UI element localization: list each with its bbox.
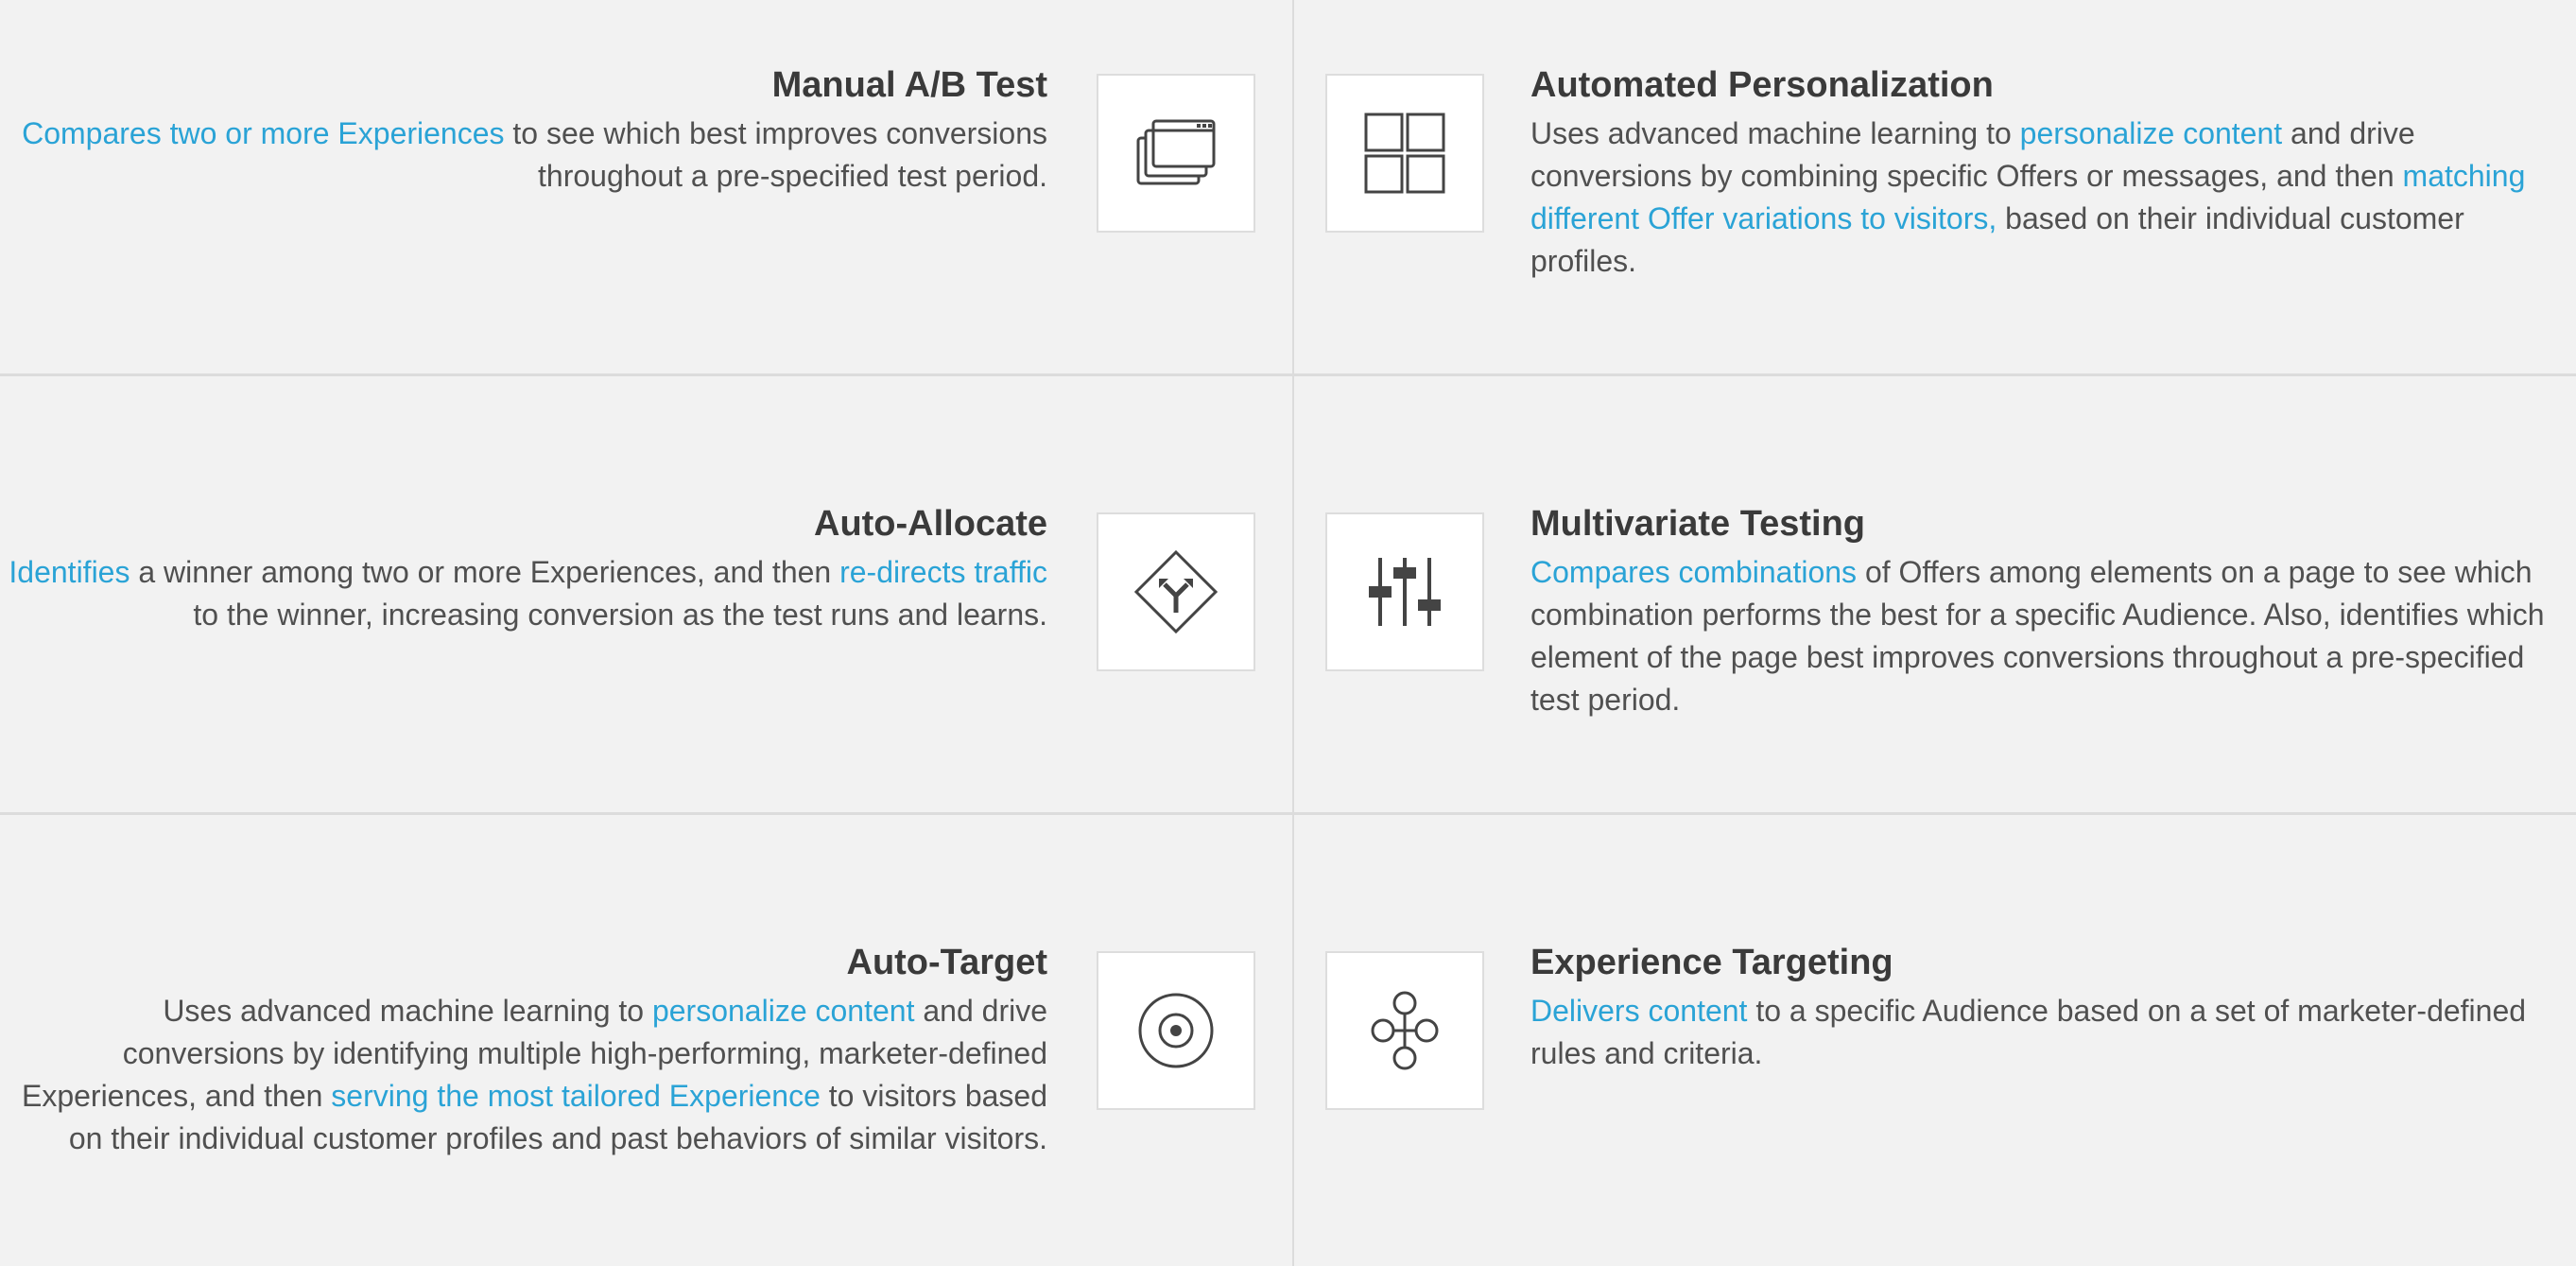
automated-personalization-icon-tile: [1325, 74, 1484, 233]
target-icon: [1138, 993, 1214, 1068]
card-title: Auto-Target: [846, 943, 1048, 982]
card-title: Auto-Allocate: [814, 504, 1047, 544]
card-description: Identifies a winner among two or more Ex…: [9, 555, 1047, 632]
experience-targeting-icon-tile: [1325, 951, 1484, 1110]
card-auto-target: Auto-Target Uses advanced machine learni…: [8, 941, 1047, 1160]
route-sign-icon: [1133, 549, 1219, 634]
card-title: Multivariate Testing: [1530, 504, 1866, 544]
sliders-icon: [1369, 558, 1441, 626]
card-description: Compares combinations of Offers among el…: [1530, 555, 2545, 717]
card-experience-targeting: Experience Targeting Delivers content to…: [1530, 941, 2570, 1075]
flow-nodes-icon: [1371, 991, 1439, 1070]
column-divider: [1292, 0, 1294, 1266]
auto-allocate-icon-tile: [1097, 512, 1255, 671]
card-manual-ab-test: Manual A/B Test Compares two or more Exp…: [8, 63, 1047, 198]
card-title: Manual A/B Test: [771, 65, 1047, 105]
browser-windows-icon: [1136, 119, 1216, 185]
card-link[interactable]: Compares two or more Experiences: [22, 116, 504, 150]
auto-target-icon-tile: [1097, 951, 1255, 1110]
card-link[interactable]: personalize content: [2020, 116, 2283, 150]
card-title: Automated Personalization: [1530, 65, 1994, 105]
row-divider-1: [0, 373, 2576, 376]
multivariate-testing-icon-tile: [1325, 512, 1484, 671]
card-automated-personalization: Automated Personalization Uses advanced …: [1530, 63, 2570, 283]
card-description: Uses advanced machine learning to person…: [21, 994, 1047, 1155]
manual-ab-icon-tile: [1097, 74, 1255, 233]
card-link[interactable]: re-directs traffic: [839, 555, 1047, 589]
card-link[interactable]: Compares combinations: [1530, 555, 1857, 589]
card-link[interactable]: personalize content: [652, 994, 915, 1028]
card-link[interactable]: serving the most tailored Experience: [331, 1079, 821, 1113]
four-squares-grid-icon: [1364, 113, 1445, 194]
card-link[interactable]: Identifies: [9, 555, 130, 589]
card-multivariate-testing: Multivariate Testing Compares combinatio…: [1530, 502, 2570, 721]
card-description: Delivers content to a specific Audience …: [1530, 994, 2527, 1070]
card-description: Uses advanced machine learning to person…: [1530, 116, 2526, 278]
card-auto-allocate: Auto-Allocate Identifies a winner among …: [8, 502, 1047, 636]
card-description: Compares two or more Experiences to see …: [22, 116, 1047, 193]
card-title: Experience Targeting: [1530, 943, 1893, 982]
row-divider-2: [0, 812, 2576, 815]
card-link[interactable]: Delivers content: [1530, 994, 1747, 1028]
